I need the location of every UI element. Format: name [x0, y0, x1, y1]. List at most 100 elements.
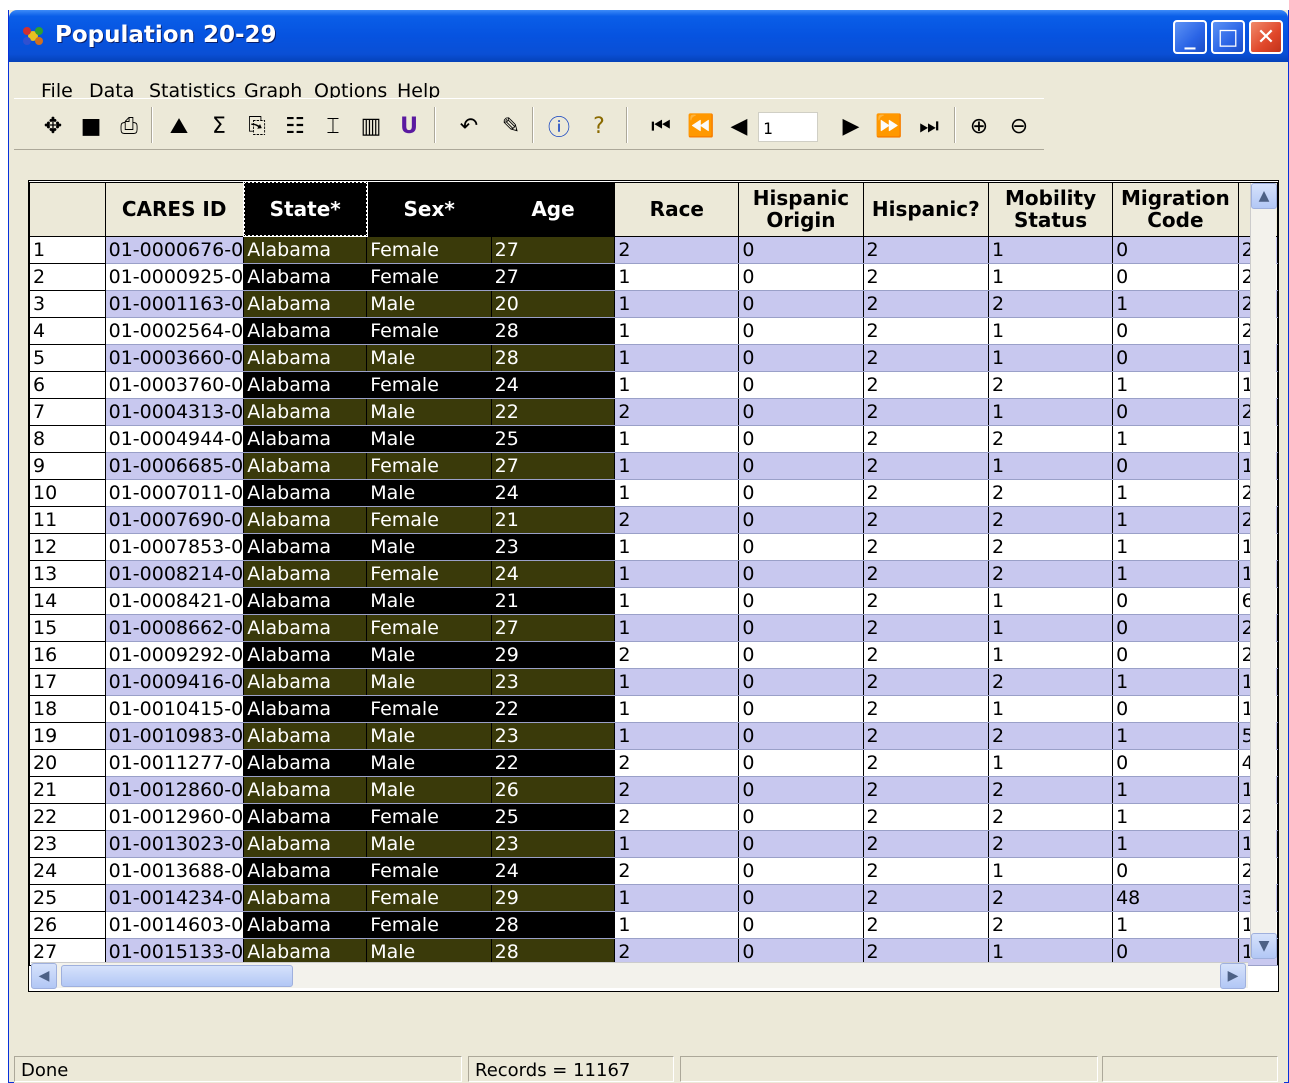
- cell-state[interactable]: Alabama: [243, 290, 368, 318]
- first-record-icon[interactable]: ⏮: [646, 111, 676, 141]
- save-icon[interactable]: ■: [76, 111, 106, 141]
- cell-hispanic-origin[interactable]: 0: [738, 290, 864, 318]
- cell-age[interactable]: 27: [491, 263, 616, 291]
- cell-race[interactable]: 1: [614, 452, 740, 480]
- cell-sex[interactable]: Male: [366, 398, 492, 426]
- cell-state[interactable]: Alabama: [243, 722, 368, 750]
- cell-age[interactable]: 25: [491, 425, 616, 453]
- cell-rownum[interactable]: 2: [29, 262, 106, 291]
- cell-rownum[interactable]: 23: [29, 829, 106, 858]
- column-header-hispanic-origin[interactable]: Hispanic Origin: [738, 181, 864, 237]
- column-header-mobility-status[interactable]: Mobility Status: [988, 181, 1114, 237]
- cell-race[interactable]: 2: [614, 803, 740, 831]
- data-grid[interactable]: CARES ID State* Sex* Age Race Hispanic O…: [28, 180, 1279, 992]
- cell-mobility-status[interactable]: 1: [988, 614, 1114, 642]
- cell-mobility-status[interactable]: 1: [988, 452, 1114, 480]
- column-header-rownum[interactable]: [29, 181, 106, 237]
- cell-cares-id[interactable]: 01-0010983-0: [105, 722, 245, 750]
- column-header-age[interactable]: Age: [490, 181, 616, 237]
- table-row[interactable]: 21 01-0012860-0 Alabama Male 26 2 0 2 2 1 1: [29, 775, 1278, 804]
- cell-age[interactable]: 22: [491, 695, 616, 723]
- cell-mobility-status[interactable]: 2: [988, 533, 1114, 561]
- cell-cares-id[interactable]: 01-0014603-0: [105, 911, 245, 939]
- cell-state[interactable]: Alabama: [243, 776, 368, 804]
- cell-race[interactable]: 1: [614, 290, 740, 318]
- cell-race[interactable]: 2: [614, 938, 740, 966]
- last-record-icon[interactable]: ⏭: [914, 111, 944, 141]
- cell-sex[interactable]: Male: [366, 587, 492, 615]
- cell-race[interactable]: 1: [614, 668, 740, 696]
- cell-race[interactable]: 1: [614, 560, 740, 588]
- column-header-hispanic[interactable]: Hispanic?: [862, 181, 990, 237]
- cell-race[interactable]: 1: [614, 479, 740, 507]
- cell-rownum[interactable]: 10: [29, 478, 106, 507]
- cell-race[interactable]: 1: [614, 533, 740, 561]
- columns-icon[interactable]: ☷: [280, 111, 310, 141]
- cell-state[interactable]: Alabama: [243, 263, 368, 291]
- cell-cares-id[interactable]: 01-0007011-0: [105, 479, 245, 507]
- table-row[interactable]: 27 01-0015133-0 Alabama Male 28 2 0 2 1 0 1: [29, 937, 1278, 966]
- cell-cares-id[interactable]: 01-0012860-0: [105, 776, 245, 804]
- cell-race[interactable]: 2: [614, 641, 740, 669]
- cell-age[interactable]: 22: [491, 398, 616, 426]
- cell-mobility-status[interactable]: 1: [988, 695, 1114, 723]
- cell-hispanic[interactable]: 2: [863, 371, 990, 399]
- cell-cares-id[interactable]: 01-0007690-0: [105, 506, 245, 534]
- cell-cares-id[interactable]: 01-0003760-0: [105, 371, 245, 399]
- cell-migration-code[interactable]: 1: [1112, 425, 1239, 453]
- maximize-button[interactable]: □: [1211, 20, 1245, 54]
- cell-cares-id[interactable]: 01-0008214-0: [105, 560, 245, 588]
- column-header-state[interactable]: State*: [242, 181, 368, 237]
- cell-sex[interactable]: Female: [366, 695, 492, 723]
- cell-age[interactable]: 27: [491, 614, 616, 642]
- bar-chart-icon[interactable]: ▥: [356, 111, 386, 141]
- cell-race[interactable]: 1: [614, 587, 740, 615]
- cell-mobility-status[interactable]: 1: [988, 263, 1114, 291]
- cell-hispanic[interactable]: 2: [863, 722, 990, 750]
- table-row[interactable]: 11 01-0007690-0 Alabama Female 21 2 0 2 2 1 2: [29, 505, 1278, 534]
- cell-mobility-status[interactable]: 2: [988, 668, 1114, 696]
- prev-record-icon[interactable]: ◀: [724, 111, 754, 141]
- cell-hispanic-origin[interactable]: 0: [738, 749, 864, 777]
- cell-migration-code[interactable]: 1: [1112, 479, 1239, 507]
- cell-migration-code[interactable]: 48: [1112, 884, 1239, 912]
- cell-age[interactable]: 25: [491, 803, 616, 831]
- cell-race[interactable]: 1: [614, 911, 740, 939]
- cell-cares-id[interactable]: 01-0011277-0: [105, 749, 245, 777]
- cell-sex[interactable]: Female: [366, 317, 492, 345]
- cell-cares-id[interactable]: 01-0014234-0: [105, 884, 245, 912]
- prev-page-icon[interactable]: ⏪: [686, 111, 716, 141]
- cell-state[interactable]: Alabama: [243, 803, 368, 831]
- cell-sex[interactable]: Male: [366, 344, 492, 372]
- cell-hispanic[interactable]: 2: [863, 236, 990, 264]
- cell-state[interactable]: Alabama: [243, 587, 368, 615]
- table-row[interactable]: 9 01-0006685-0 Alabama Female 27 1 0 2 1 0 1: [29, 451, 1278, 480]
- vertical-scrollbar[interactable]: ▲ ▼: [1250, 183, 1277, 959]
- cell-cares-id[interactable]: 01-0009292-0: [105, 641, 245, 669]
- cell-hispanic-origin[interactable]: 0: [738, 722, 864, 750]
- cell-state[interactable]: Alabama: [243, 830, 368, 858]
- minimize-button[interactable]: _: [1173, 20, 1207, 54]
- cell-sex[interactable]: Male: [366, 749, 492, 777]
- cell-age[interactable]: 23: [491, 722, 616, 750]
- cell-hispanic[interactable]: 2: [863, 344, 990, 372]
- cell-sex[interactable]: Female: [366, 236, 492, 264]
- cell-state[interactable]: Alabama: [243, 560, 368, 588]
- cell-hispanic[interactable]: 2: [863, 641, 990, 669]
- print-icon[interactable]: ⎙: [114, 111, 144, 141]
- zoom-out-icon[interactable]: ⊖: [1004, 111, 1034, 141]
- cell-rownum[interactable]: 4: [29, 316, 106, 345]
- cell-mobility-status[interactable]: 1: [988, 317, 1114, 345]
- cell-rownum[interactable]: 12: [29, 532, 106, 561]
- cell-age[interactable]: 28: [491, 938, 616, 966]
- cell-sex[interactable]: Male: [366, 479, 492, 507]
- cell-sex[interactable]: Male: [366, 641, 492, 669]
- union-icon[interactable]: U: [394, 111, 424, 141]
- info-icon[interactable]: ⓘ: [544, 111, 574, 141]
- cell-sex[interactable]: Male: [366, 776, 492, 804]
- cell-hispanic[interactable]: 2: [863, 857, 990, 885]
- cell-race[interactable]: 1: [614, 371, 740, 399]
- cell-cares-id[interactable]: 01-0008421-0: [105, 587, 245, 615]
- cell-cares-id[interactable]: 01-0010415-0: [105, 695, 245, 723]
- cell-hispanic[interactable]: 2: [863, 938, 990, 966]
